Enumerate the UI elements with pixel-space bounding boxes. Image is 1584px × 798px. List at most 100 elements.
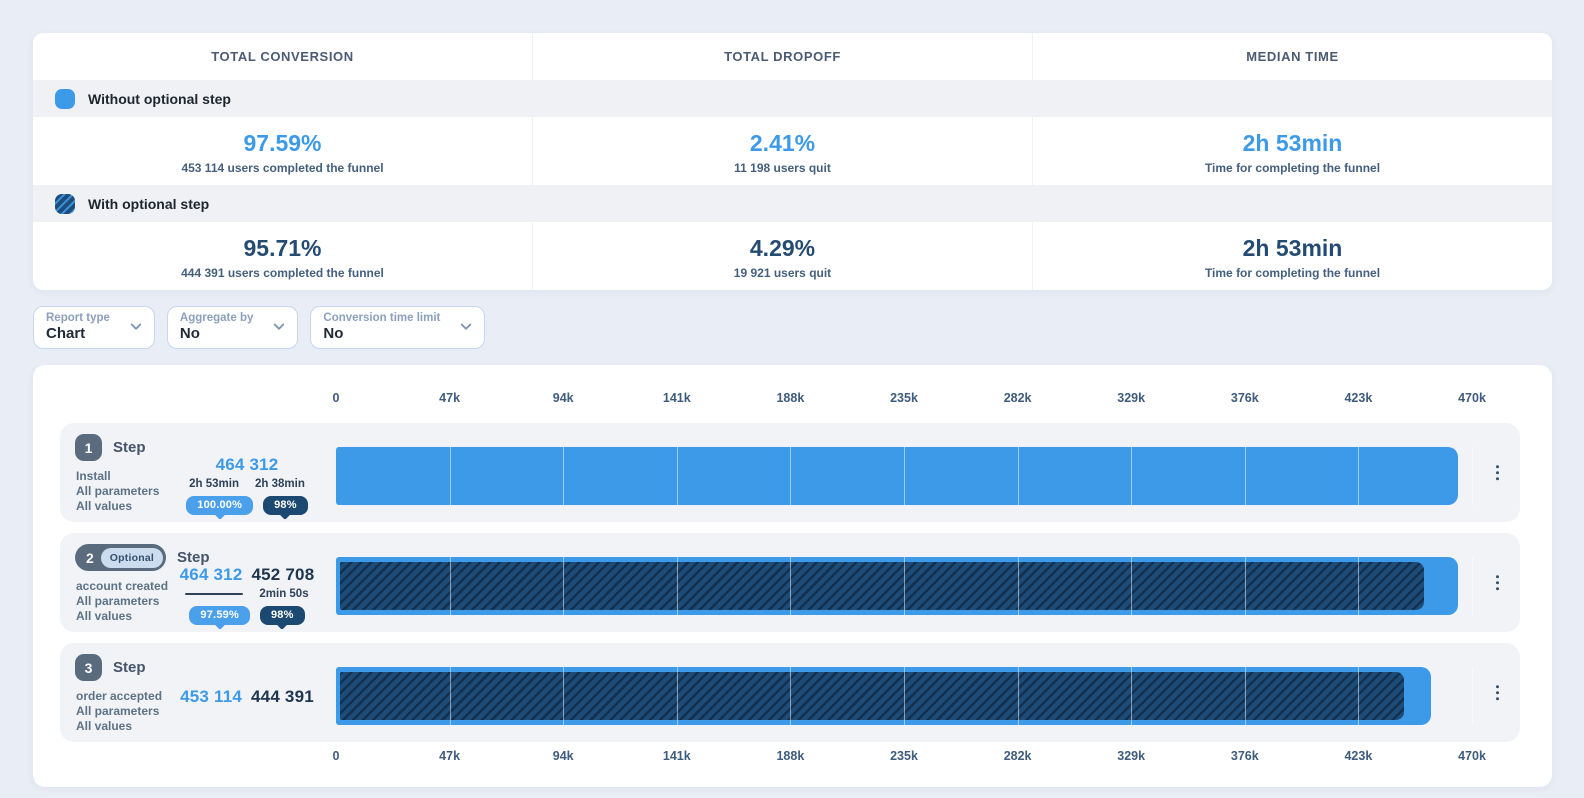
kebab-menu-icon[interactable] (1491, 679, 1505, 707)
conversion-subtext: 453 114 users completed the funnel (181, 161, 383, 175)
step-title: Step (113, 439, 146, 456)
gridline (1018, 557, 1019, 615)
report-type-dropdown[interactable]: Report type Chart (33, 306, 155, 349)
median-times: 2min 50s (185, 588, 308, 600)
event-parameters: All parameters (76, 484, 159, 499)
gridline (677, 447, 678, 505)
step-number-badge: 1 (75, 434, 102, 461)
step-metrics: 464 312 2h 53min 2h 38min 100.00% 98% (152, 455, 342, 515)
primary-conversion-badge: 97.59% (189, 606, 250, 625)
axis-tick-label: 47k (439, 391, 460, 405)
x-axis-bottom: 047k94k141k188k235k282k329k376k423k470k (336, 749, 1472, 764)
filter-bar: Report type Chart Aggregate by No Conver… (33, 306, 485, 349)
funnel-step-row-1[interactable]: 1 Step Install All parameters All values… (60, 423, 1520, 522)
axis-tick-label: 141k (663, 391, 691, 405)
gridline (904, 667, 905, 725)
chevron-down-icon (130, 318, 141, 329)
summary-table: TOTAL CONVERSION TOTAL DROPOFF MEDIAN TI… (33, 33, 1552, 290)
gridline (1358, 557, 1359, 615)
dropdown-value: Chart (46, 325, 110, 342)
axis-tick-label: 470k (1458, 391, 1486, 405)
column-header-total-conversion: TOTAL CONVERSION (33, 33, 533, 80)
gridline (790, 447, 791, 505)
axis-tick-label: 329k (1117, 749, 1145, 763)
event-values: All values (76, 719, 162, 734)
chevron-down-icon (461, 318, 472, 329)
step-header: 3 Step (75, 654, 146, 681)
median-time-subtext: Time for completing the funnel (1205, 161, 1380, 175)
gridline (450, 557, 451, 615)
column-header-total-dropoff: TOTAL DROPOFF (533, 33, 1033, 80)
step-number: 2 (86, 550, 94, 566)
axis-tick-label: 188k (776, 749, 804, 763)
gridline (1472, 667, 1473, 725)
bar-track (336, 557, 1472, 615)
gridline (1472, 447, 1473, 505)
dropoff-value: 4.29% (750, 235, 815, 262)
secondary-conversion-badge: 98% (260, 606, 305, 625)
gridline (1245, 557, 1246, 615)
median-time-value: 2h 53min (1243, 130, 1343, 157)
secondary-median-time: 2min 50s (259, 588, 308, 600)
dropdown-label: Aggregate by (180, 312, 254, 324)
bar-track (336, 667, 1472, 725)
event-name: Install (76, 469, 159, 484)
conversion-value: 97.59% (243, 130, 321, 157)
summary-header-row: TOTAL CONVERSION TOTAL DROPOFF MEDIAN TI… (33, 33, 1552, 80)
x-axis-top: 047k94k141k188k235k282k329k376k423k470k (336, 391, 1472, 406)
conversion-time-limit-dropdown[interactable]: Conversion time limit No (310, 306, 485, 349)
primary-user-count: 464 312 (216, 455, 279, 475)
values-row-without-optional: 97.59% 453 114 users completed the funne… (33, 117, 1552, 185)
dropdown-label: Report type (46, 312, 110, 324)
step-number-badge: 3 (75, 654, 102, 681)
axis-tick-label: 423k (1344, 391, 1372, 405)
secondary-conversion-badge: 98% (263, 496, 308, 515)
axis-tick-label: 94k (553, 391, 574, 405)
dropoff-cell: 4.29% 19 921 users quit (533, 222, 1033, 290)
axis-tick-label: 376k (1231, 749, 1259, 763)
group-label: With optional step (88, 196, 209, 212)
kebab-menu-icon[interactable] (1491, 569, 1505, 597)
step-title: Step (177, 549, 210, 566)
conversion-cell: 95.71% 444 391 users completed the funne… (33, 222, 533, 290)
dropoff-subtext: 19 921 users quit (734, 266, 831, 280)
bar-with-optional[interactable] (340, 562, 1424, 610)
dropoff-value: 2.41% (750, 130, 815, 157)
gridline (563, 447, 564, 505)
kebab-menu-icon[interactable] (1491, 459, 1505, 487)
gridline (677, 667, 678, 725)
gridline (1131, 557, 1132, 615)
gridline (904, 447, 905, 505)
gridline (790, 557, 791, 615)
secondary-median-time: 2h 38min (255, 478, 305, 490)
median-times: 2h 53min 2h 38min (189, 478, 305, 490)
primary-conversion-badge: 100.00% (186, 496, 253, 515)
funnel-step-row-2[interactable]: 2 Optional Step account created All para… (60, 533, 1520, 632)
no-time-divider (185, 593, 243, 596)
funnel-step-row-3[interactable]: 3 Step order accepted All parameters All… (60, 643, 1520, 742)
gridline (1358, 447, 1359, 505)
values-row-with-optional: 95.71% 444 391 users completed the funne… (33, 222, 1552, 290)
gridline (1472, 557, 1473, 615)
aggregate-by-dropdown[interactable]: Aggregate by No (167, 306, 299, 349)
conversion-cell: 97.59% 453 114 users completed the funne… (33, 117, 533, 185)
median-time-cell: 2h 53min Time for completing the funnel (1033, 222, 1552, 290)
gridline (563, 667, 564, 725)
chevron-down-icon (274, 318, 285, 329)
gridline (1245, 667, 1246, 725)
axis-tick-label: 282k (1004, 391, 1032, 405)
step-event-details: order accepted All parameters All values (76, 689, 162, 734)
axis-tick-label: 376k (1231, 391, 1259, 405)
bar-without-optional[interactable] (336, 447, 1458, 505)
event-parameters: All parameters (76, 704, 162, 719)
dropdown-value: No (180, 325, 254, 342)
axis-tick-label: 0 (333, 749, 340, 763)
step-header: 1 Step (75, 434, 146, 461)
gridline (1018, 667, 1019, 725)
dropoff-cell: 2.41% 11 198 users quit (533, 117, 1033, 185)
funnel-chart-card: 047k94k141k188k235k282k329k376k423k470k … (33, 365, 1552, 787)
primary-median-time: 2h 53min (189, 478, 239, 490)
hatched-swatch-icon (55, 194, 75, 214)
axis-tick-label: 470k (1458, 749, 1486, 763)
secondary-user-count: 444 391 (251, 687, 314, 707)
